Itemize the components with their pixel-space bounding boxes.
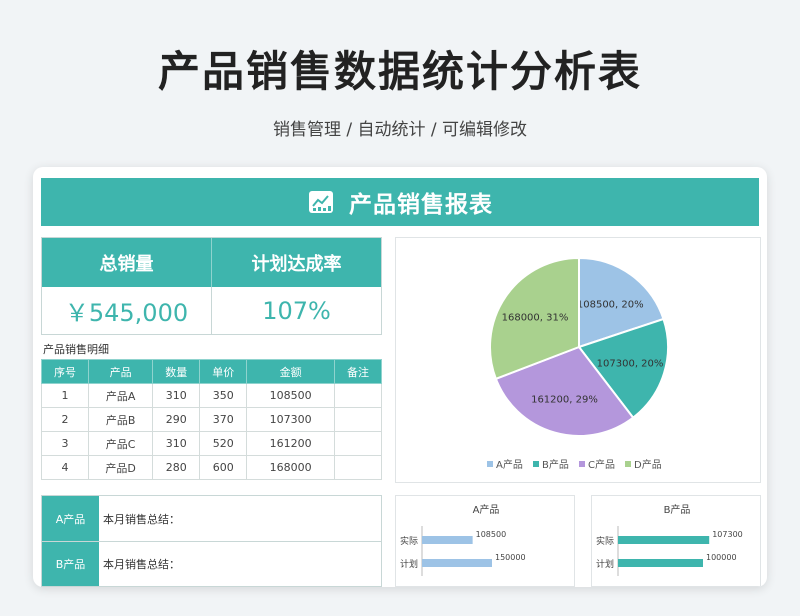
column-header: 备注 xyxy=(334,359,382,384)
legend-entry: B产品 xyxy=(542,458,569,471)
column-header: 序号 xyxy=(41,359,89,384)
table-cell[interactable]: 产品B xyxy=(87,407,154,432)
table-cell[interactable]: 310 xyxy=(152,383,201,408)
kpi-rate-value: 107% xyxy=(262,296,331,325)
pie-data-label: 108500, 20% xyxy=(577,300,644,311)
table-cell[interactable]: 600 xyxy=(199,455,248,480)
table-cell[interactable] xyxy=(334,407,382,432)
page-title: 产品销售数据统计分析表 xyxy=(157,47,642,96)
legend-swatch xyxy=(625,461,631,467)
legend-entry: C产品 xyxy=(588,458,615,471)
pie-data-label: 107300, 20% xyxy=(597,359,664,370)
column-header: 数量 xyxy=(152,359,201,384)
chart-report-icon xyxy=(309,191,333,213)
bar xyxy=(618,536,710,544)
bar-data-label: 150000 xyxy=(495,553,526,562)
table-cell[interactable]: 168000 xyxy=(246,455,336,480)
monthly-summary-panel: A产品 本月销售总结： B产品 本月销售总结： xyxy=(41,495,382,587)
bar-chart-a: A产品实际 108500 计划 150000 xyxy=(400,503,526,576)
kpi-panel: 总销量 计划达成率 ￥545,000 107% xyxy=(41,237,382,335)
pie-data-label: 161200, 29% xyxy=(531,394,598,405)
bar-data-label: 108500 xyxy=(476,530,507,539)
bar-category-label: 计划 xyxy=(596,558,614,570)
bar xyxy=(618,559,703,567)
table-row: 2 产品B 290 370 107300 xyxy=(41,407,382,432)
table-cell[interactable]: 161200 xyxy=(246,431,336,456)
table-cell[interactable]: 108500 xyxy=(246,383,336,408)
bar-data-label: 100000 xyxy=(706,553,737,562)
bar xyxy=(422,559,492,567)
table-cell[interactable]: 310 xyxy=(152,431,201,456)
bar-chart-title: B产品 xyxy=(664,503,691,516)
table-cell[interactable]: 3 xyxy=(41,431,89,456)
legend-swatch xyxy=(487,461,493,467)
table-row: 4 产品D 280 600 168000 xyxy=(41,455,382,480)
table-cell[interactable] xyxy=(334,455,382,480)
page-subtitle: 销售管理 / 自动统计 / 可编辑修改 xyxy=(272,120,528,140)
bar-data-label: 107300 xyxy=(712,530,743,539)
detail-label: 产品销售明细 xyxy=(43,343,109,356)
report-card: 产品销售报表 总销量 计划达成率 ￥545,000 107% 产品销售明细 序号… xyxy=(33,167,767,587)
pie-chart-panel[interactable]: 108500, 20% 107300, 20% 161200, 29% 168000,… xyxy=(395,237,761,483)
table-row: 1 产品A 310 350 108500 xyxy=(41,383,382,408)
table-cell[interactable] xyxy=(334,431,382,456)
bar-chart-title: A产品 xyxy=(473,503,500,516)
sales-detail-table: 序号 产品 数量 单价 金额 备注 1 产品A 310 350 108500 2… xyxy=(41,359,382,480)
summary-row: B产品 本月销售总结： xyxy=(42,541,381,586)
summary-text[interactable]: 本月销售总结： xyxy=(99,542,381,586)
pie-chart: 108500, 20% 107300, 20% 161200, 29% 168000,… xyxy=(487,256,669,471)
table-cell[interactable]: 2 xyxy=(41,407,89,432)
kpi-total-label: 总销量 xyxy=(42,238,212,287)
table-cell[interactable]: 107300 xyxy=(246,407,336,432)
table-cell[interactable]: 280 xyxy=(152,455,201,480)
table-cell[interactable]: 产品A xyxy=(87,383,154,408)
table-cell[interactable]: 产品C xyxy=(87,431,154,456)
legend-swatch xyxy=(533,461,539,467)
table-cell[interactable]: 350 xyxy=(199,383,248,408)
table-row: 3 产品C 310 520 161200 xyxy=(41,431,382,456)
summary-text[interactable]: 本月销售总结： xyxy=(99,496,381,541)
kpi-rate-label: 计划达成率 xyxy=(251,253,342,275)
report-banner: 产品销售报表 xyxy=(41,178,759,226)
bar-category-label: 实际 xyxy=(596,535,614,547)
legend-entry: D产品 xyxy=(634,458,662,471)
pie-data-label: 168000, 31% xyxy=(502,313,569,324)
bar-chart-b: B产品实际 107300 计划 100000 xyxy=(596,503,743,576)
bar-chart-panel-b[interactable]: B产品实际 107300 计划 100000 xyxy=(591,495,761,587)
summary-product-label: A产品 xyxy=(42,496,99,541)
banner-title: 产品销售报表 xyxy=(349,192,493,218)
summary-row: A产品 本月销售总结： xyxy=(42,496,381,541)
kpi-total-value: ￥545,000 xyxy=(42,287,212,334)
table-cell[interactable]: 520 xyxy=(199,431,248,456)
bar-category-label: 实际 xyxy=(400,535,418,547)
bar xyxy=(422,536,473,544)
table-cell[interactable]: 4 xyxy=(41,455,89,480)
table-cell[interactable] xyxy=(334,383,382,408)
column-header: 产品 xyxy=(87,359,154,384)
legend-entry: A产品 xyxy=(496,458,523,471)
legend-swatch xyxy=(579,461,585,467)
column-header: 金额 xyxy=(246,359,336,384)
table-cell[interactable]: 290 xyxy=(152,407,201,432)
summary-product-label: B产品 xyxy=(42,542,99,586)
table-cell[interactable]: 产品D xyxy=(87,455,154,480)
table-cell[interactable]: 1 xyxy=(41,383,89,408)
table-header-row: 序号 产品 数量 单价 金额 备注 xyxy=(41,359,382,384)
column-header: 单价 xyxy=(199,359,248,384)
bar-chart-panel-a[interactable]: A产品实际 108500 计划 150000 xyxy=(395,495,575,587)
table-cell[interactable]: 370 xyxy=(199,407,248,432)
bar-category-label: 计划 xyxy=(400,558,418,570)
